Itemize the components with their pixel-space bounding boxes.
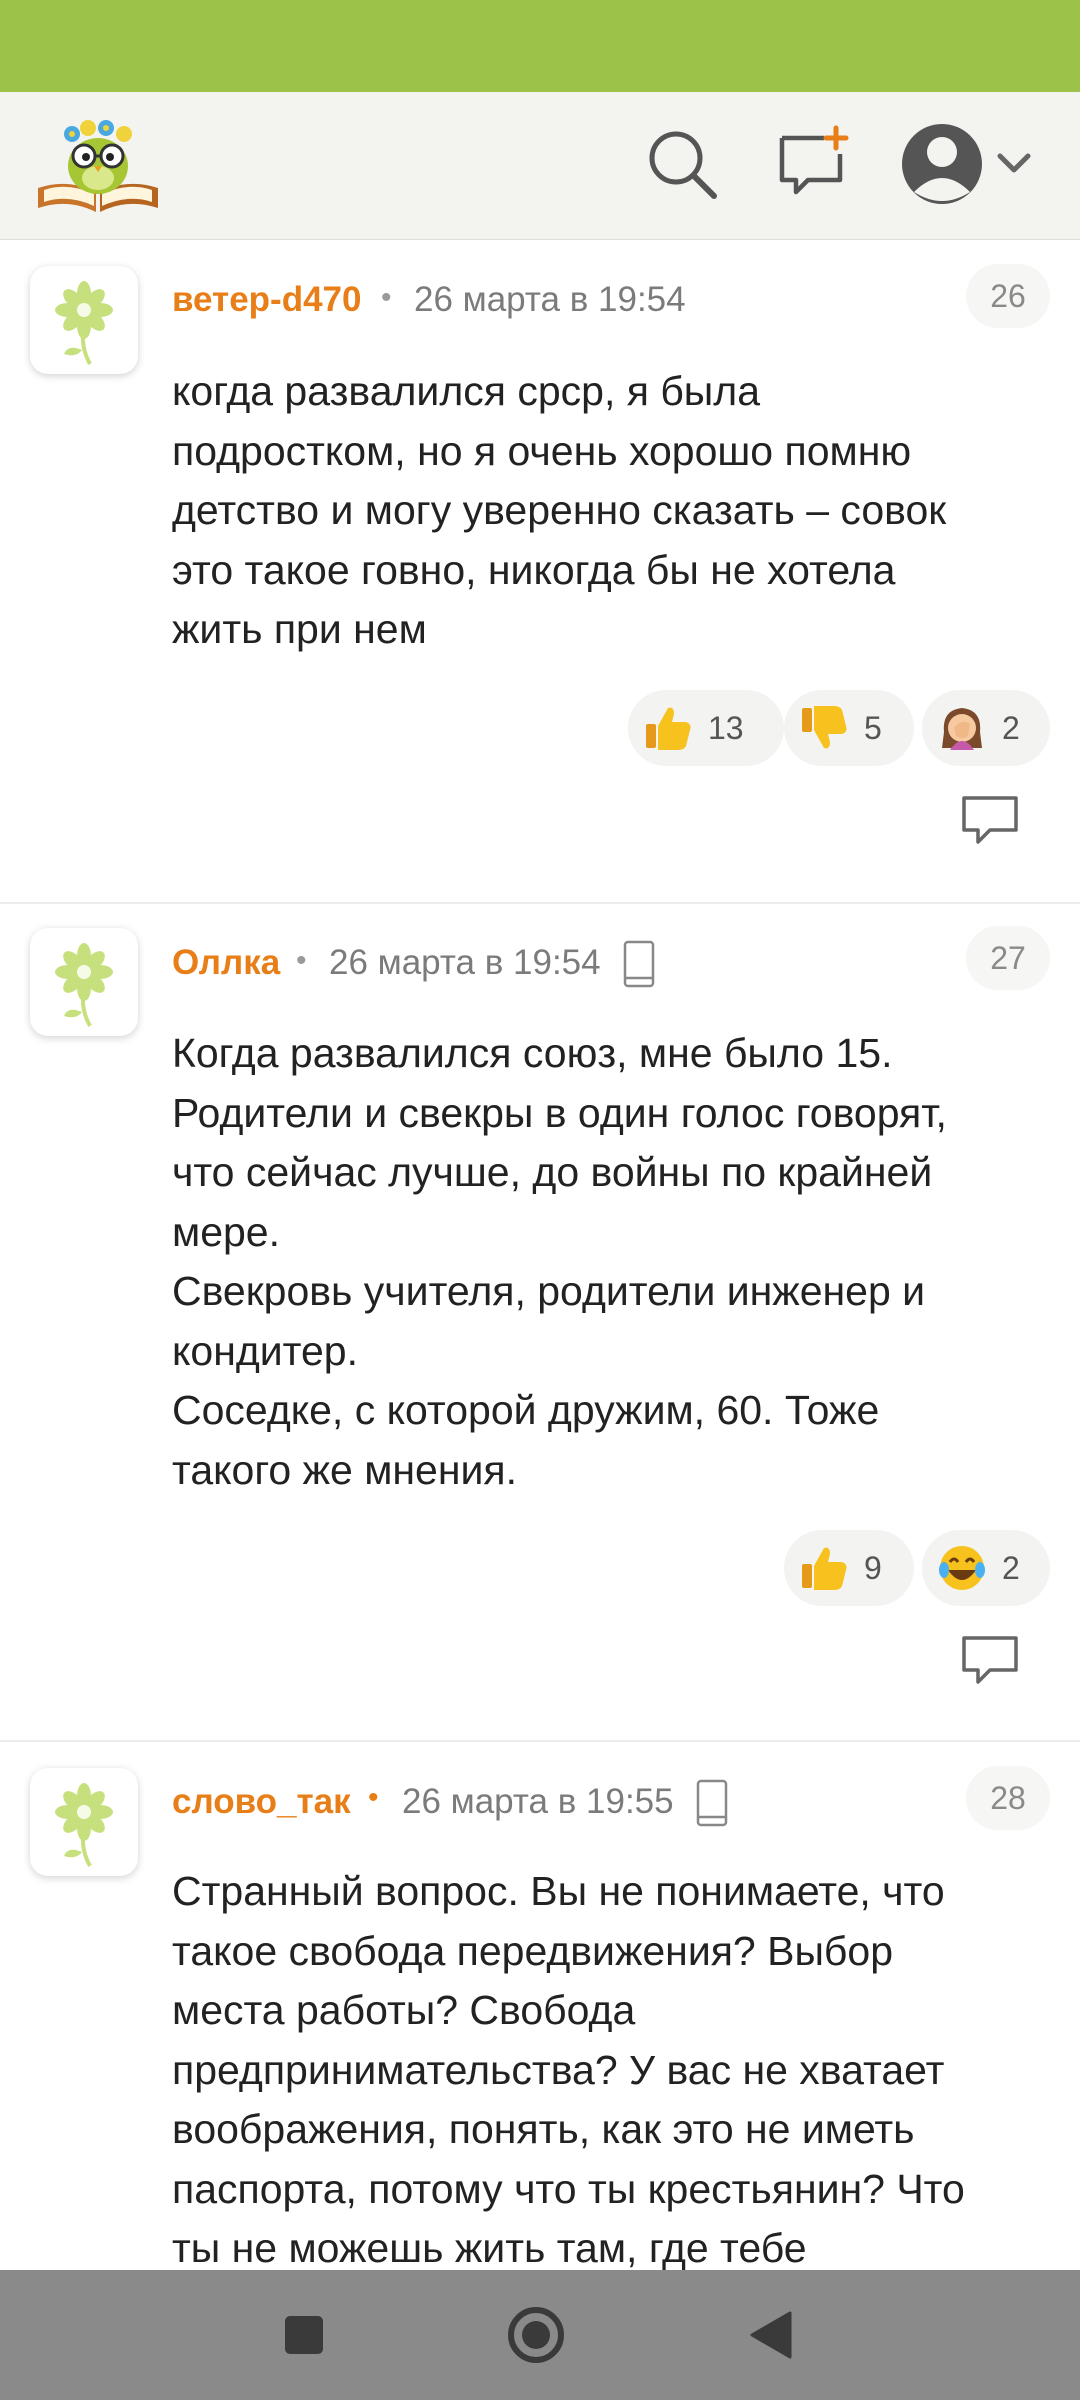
comment-text: Странный вопрос. Вы не понимаете, что та… [172,1868,965,2270]
phone-icon [696,1779,728,1827]
comment-date: 26 марта в 19:54 [329,943,601,982]
separator-dot: • [296,944,307,977]
reply-icon[interactable] [960,794,1020,848]
app-header [0,92,1080,240]
phone-icon [623,940,655,988]
comment-number[interactable]: 27 [966,926,1050,990]
reaction-count: 2 [1002,1549,1020,1586]
author-avatar[interactable] [30,928,138,1036]
thumbs-up-icon [802,1547,847,1590]
comment-date: 26 марта в 19:54 [414,280,686,319]
back-triangle-icon[interactable] [742,2305,802,2365]
laughing-tears-icon [939,1546,985,1590]
reaction-facepalm[interactable]: 2 [922,690,1050,766]
author-avatar[interactable] [30,266,138,374]
reaction-thumbs-down[interactable]: 5 [784,690,914,766]
flower-avatar-icon [55,1783,113,1867]
comment-text: когда развалился срср, я была подростком… [172,368,947,652]
comment-item: ветер-d470 • 26 марта в 19:54 26 когда р… [0,240,1080,902]
comment-number[interactable]: 28 [966,1766,1050,1830]
thumbs-down-icon [802,706,847,749]
comment-date: 26 марта в 19:55 [402,1782,674,1821]
author-avatar[interactable] [30,1768,138,1876]
flower-avatar-icon [55,281,113,365]
reaction-thumbs-up[interactable]: 13 [628,690,784,766]
comment-item: Оллка • 26 марта в 19:54 27 Когда развал… [0,904,1080,1740]
system-nav-bar [0,2270,1080,2400]
user-avatar-icon[interactable] [898,114,1038,214]
reply-icon[interactable] [960,1634,1020,1688]
home-circle-icon[interactable] [506,2305,566,2365]
owl-logo-icon[interactable] [34,108,162,220]
separator-dot: • [368,1781,379,1814]
reaction-count: 2 [1002,709,1020,746]
reaction-thumbs-up[interactable]: 9 [784,1530,914,1606]
comment-author[interactable]: Оллка [172,943,280,983]
reaction-laughing[interactable]: 2 [922,1530,1050,1606]
status-bar [0,0,1080,92]
search-icon[interactable] [642,124,722,204]
facepalm-icon [942,708,982,750]
comment-author[interactable]: ветер-d470 [172,280,361,320]
recents-square-icon[interactable] [274,2305,334,2365]
reaction-count: 13 [708,709,744,746]
thumbs-up-icon [646,707,691,750]
comment-number[interactable]: 26 [966,264,1050,328]
comment-author[interactable]: слово_так [172,1782,351,1822]
flower-avatar-icon [55,943,113,1027]
comment-item: слово_так • 26 марта в 19:55 28 Странный… [0,1742,1080,2270]
new-post-icon[interactable] [774,124,854,204]
separator-dot: • [381,281,392,314]
chevron-down-icon [997,153,1031,173]
reaction-count: 9 [864,1549,882,1586]
comment-text: Когда развалился союз, мне было 15. Роди… [172,1030,947,1493]
reaction-count: 5 [864,709,882,746]
